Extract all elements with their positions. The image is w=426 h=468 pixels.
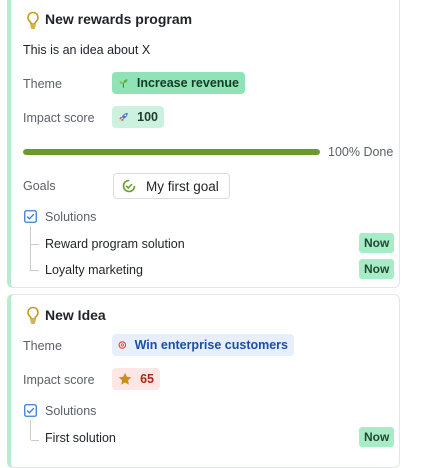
solution-item[interactable]: Reward program solution xyxy=(45,237,185,251)
impact-score-value: 65 xyxy=(140,372,154,386)
goal-value: My first goal xyxy=(146,178,219,194)
impact-score-value: 100 xyxy=(137,110,158,124)
solutions-label: Solutions xyxy=(45,404,97,418)
seedling-icon xyxy=(119,79,128,88)
idea-card[interactable]: New rewards program This is an idea abou… xyxy=(7,0,400,288)
progress-bar xyxy=(23,149,320,155)
target-icon xyxy=(118,341,127,349)
impact-score-pill[interactable]: 65 xyxy=(112,368,160,390)
idea-title[interactable]: New rewards program xyxy=(45,11,192,27)
theme-pill[interactable]: Increase revenue xyxy=(112,72,245,94)
tree-branch xyxy=(31,270,39,271)
goals-label: Goals xyxy=(23,179,56,193)
solution-item[interactable]: Loyalty marketing xyxy=(45,263,143,277)
theme-value: Win enterprise customers xyxy=(134,338,288,352)
progress-fill xyxy=(23,149,320,155)
solutions-checkbox-icon xyxy=(24,404,37,417)
theme-label: Theme xyxy=(23,77,62,91)
tree-line xyxy=(30,420,31,440)
theme-value: Increase revenue xyxy=(136,76,239,90)
lightbulb-icon xyxy=(27,11,39,29)
rocket-icon xyxy=(119,112,128,122)
status-badge-now: Now xyxy=(359,233,395,253)
lightbulb-icon xyxy=(27,306,39,324)
solution-item[interactable]: First solution xyxy=(45,431,116,445)
status-badge-now: Now xyxy=(359,427,395,447)
goal-progress-icon xyxy=(122,179,136,193)
goal-chip[interactable]: My first goal xyxy=(113,173,230,199)
idea-title[interactable]: New Idea xyxy=(45,307,106,323)
status-badge-now: Now xyxy=(359,259,395,279)
idea-card[interactable]: New Idea Theme Win enterprise customers … xyxy=(7,294,400,468)
solutions-checkbox-icon xyxy=(24,210,37,223)
progress-text: 100% Done xyxy=(328,145,394,159)
star-icon xyxy=(118,372,132,385)
impact-score-label: Impact score xyxy=(23,373,95,387)
tree-branch xyxy=(31,440,39,441)
impact-score-pill[interactable]: 100 xyxy=(112,106,164,128)
tree-line xyxy=(30,226,31,271)
solutions-label: Solutions xyxy=(45,210,97,224)
theme-pill[interactable]: Win enterprise customers xyxy=(112,334,294,356)
theme-label: Theme xyxy=(23,339,62,353)
impact-score-label: Impact score xyxy=(23,111,95,125)
tree-branch xyxy=(31,244,39,245)
idea-description: This is an idea about X xyxy=(23,43,151,57)
